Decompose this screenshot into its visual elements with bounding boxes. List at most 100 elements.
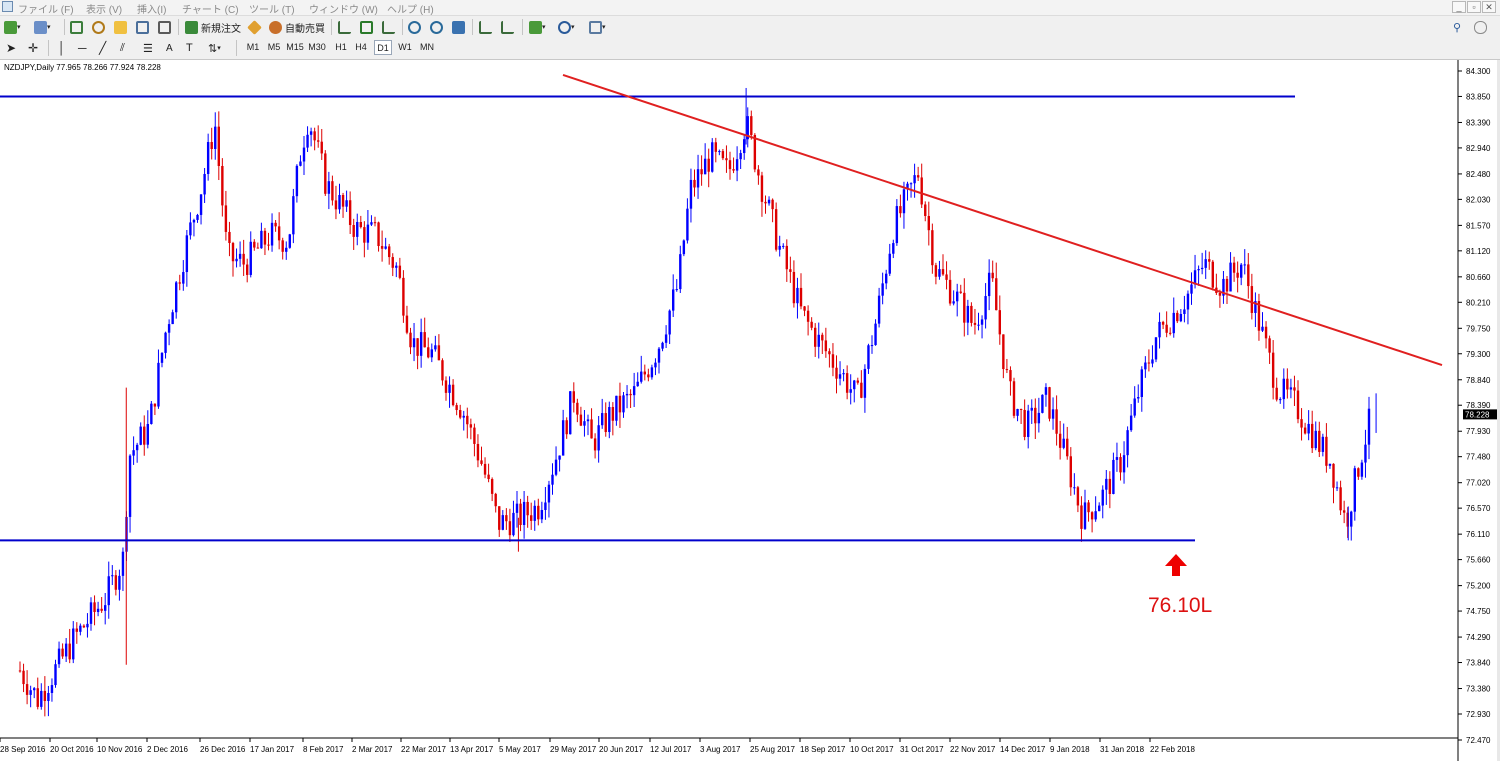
bear-candle — [1069, 456, 1072, 488]
indicators-button[interactable]: ▾ — [529, 19, 546, 35]
bear-candle — [948, 279, 952, 304]
market-watch-button[interactable] — [70, 19, 83, 35]
bull-candle — [306, 134, 309, 148]
chart-shift-button[interactable] — [479, 19, 492, 35]
price-chart[interactable]: 84.300 83.850 83.390 82.940 82.480 82.030 81.5… — [0, 60, 1500, 761]
navigator-button[interactable] — [114, 19, 127, 35]
timeframe-mn[interactable]: MN — [418, 40, 436, 55]
new-order-icon — [185, 20, 198, 34]
bull-candle — [892, 243, 895, 254]
bear-candle — [1218, 292, 1222, 296]
bear-candle — [941, 269, 945, 275]
zoom-in-button[interactable] — [408, 19, 421, 35]
menu-tools[interactable]: ツール (T) — [249, 1, 295, 16]
timeframe-h4[interactable]: H4 — [352, 40, 370, 55]
vertical-line-tool[interactable]: │ — [58, 40, 66, 56]
zoom-out-button[interactable] — [430, 19, 443, 35]
bear-candle — [785, 245, 788, 270]
templates-button[interactable]: ▾ — [589, 19, 606, 35]
strategy-tester-button[interactable] — [158, 19, 171, 35]
price-tick-label: 82.940 — [1466, 144, 1491, 153]
periods-button[interactable]: ▾ — [558, 19, 575, 35]
chart-shift-icon — [479, 20, 492, 34]
bull-candle — [735, 159, 739, 171]
bear-candle — [991, 272, 994, 279]
bear-candle — [409, 332, 412, 348]
channel-tool[interactable]: ⫽ — [120, 40, 125, 56]
bull-candle — [64, 643, 68, 657]
auto-trading-button[interactable]: 自動売買 — [269, 19, 325, 35]
bear-candle — [725, 158, 728, 161]
tile-windows-button[interactable] — [452, 19, 465, 35]
bear-candle — [388, 246, 391, 258]
bear-candle — [473, 427, 476, 444]
data-window-button[interactable] — [92, 19, 105, 35]
timeframe-m15[interactable]: M15 — [286, 40, 304, 55]
crosshair-tool[interactable]: ✛ — [28, 40, 38, 56]
bull-candle — [675, 289, 678, 291]
price-tick-label: 77.480 — [1466, 453, 1491, 462]
menu-chart[interactable]: チャート (C) — [182, 1, 239, 16]
cursor-tool[interactable]: ➤ — [6, 40, 16, 56]
menu-insert[interactable]: 挿入(I) — [137, 1, 166, 16]
bear-candle — [508, 521, 512, 536]
timeframe-m5[interactable]: M5 — [265, 40, 283, 55]
candlestick-button[interactable] — [360, 19, 373, 35]
trendline-tool[interactable]: ╱ — [99, 40, 106, 56]
bear-candle — [246, 264, 249, 275]
bear-candle — [469, 424, 473, 428]
bear-candle — [221, 165, 224, 206]
search-button[interactable]: ⚲ — [1453, 19, 1461, 35]
zoom-out-icon — [430, 20, 443, 34]
app-icon[interactable] — [2, 1, 13, 12]
bull-candle — [718, 151, 721, 153]
bull-candle — [86, 623, 89, 628]
bear-candle — [274, 222, 277, 227]
menu-help[interactable]: ヘルプ (H) — [387, 1, 434, 16]
bull-candle — [47, 692, 50, 702]
bull-candle — [1122, 455, 1126, 473]
terminal-button[interactable] — [136, 19, 149, 35]
bull-candle — [128, 455, 132, 517]
bull-candle — [285, 247, 288, 252]
bull-candle — [1204, 259, 1207, 268]
bar-chart-button[interactable] — [338, 19, 351, 35]
chat-button[interactable] — [1474, 19, 1487, 35]
autoscroll-button[interactable] — [501, 19, 514, 35]
horizontal-line-tool[interactable]: ─ — [78, 40, 87, 56]
minimize-button[interactable]: _ — [1452, 1, 1466, 13]
text-tool[interactable]: A — [166, 40, 173, 56]
timeframe-w1[interactable]: W1 — [396, 40, 414, 55]
text-label-tool[interactable]: T — [186, 40, 193, 56]
close-button[interactable]: ✕ — [1482, 1, 1496, 13]
bear-candle — [1311, 423, 1314, 449]
new-chart-button[interactable]: ▾ — [4, 19, 21, 35]
menu-view[interactable]: 表示 (V) — [86, 1, 122, 16]
price-tick-label: 75.660 — [1466, 556, 1491, 565]
bear-candle — [899, 206, 902, 214]
time-tick-label: 31 Oct 2017 — [900, 745, 944, 754]
bear-candle — [1286, 378, 1289, 390]
bull-candle — [1137, 397, 1140, 399]
timeframe-d1[interactable]: D1 — [374, 40, 392, 55]
menu-window[interactable]: ウィンドウ (W) — [309, 1, 378, 16]
bull-candle — [842, 373, 845, 375]
metaeditor-button[interactable] — [247, 19, 262, 35]
timeframe-m1[interactable]: M1 — [244, 40, 262, 55]
timeframe-h1[interactable]: H1 — [332, 40, 350, 55]
timeframe-m30[interactable]: M30 — [308, 40, 326, 55]
line-chart-button[interactable] — [382, 19, 395, 35]
time-tick-label: 22 Mar 2017 — [401, 745, 446, 754]
bear-candle — [341, 194, 345, 207]
arrows-tool[interactable]: ⇅ ▾ — [208, 40, 221, 56]
restore-button[interactable]: ▫ — [1467, 1, 1481, 13]
new-order-button[interactable]: 新規注文 — [185, 19, 241, 35]
profiles-button[interactable]: ▾ — [34, 19, 51, 35]
price-tick-label: 77.930 — [1466, 427, 1491, 436]
fibonacci-icon: ☰ — [143, 42, 153, 55]
menu-file[interactable]: ファイル (F) — [18, 1, 74, 16]
bull-candle — [33, 688, 36, 691]
bear-candle — [821, 334, 824, 341]
fibonacci-tool[interactable]: ☰ — [143, 40, 153, 56]
bear-candle — [973, 322, 977, 325]
